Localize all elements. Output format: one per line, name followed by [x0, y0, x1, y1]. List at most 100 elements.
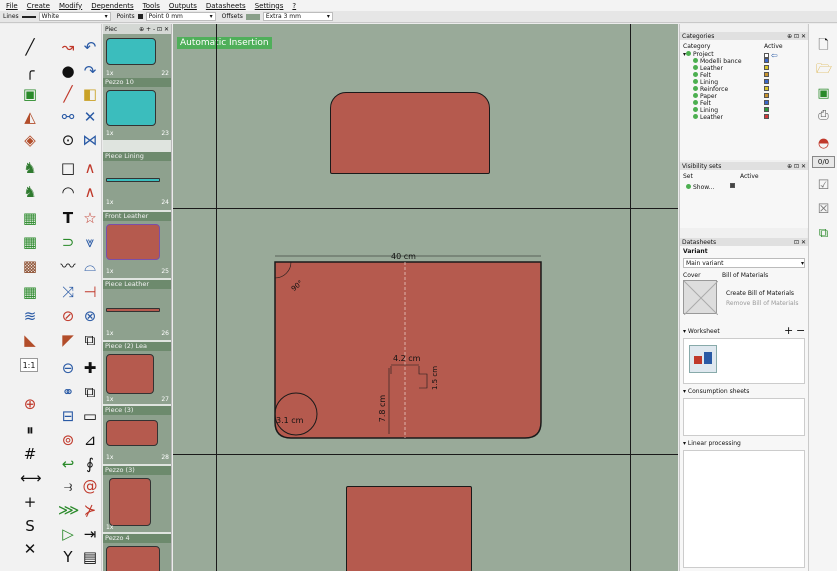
pencil-tool-icon[interactable]: ╱	[58, 84, 78, 104]
triangle-tool-icon[interactable]: ▷	[58, 524, 78, 544]
menu-tools[interactable]: Tools	[143, 2, 160, 10]
grade-tool-icon[interactable]: ▦	[20, 208, 40, 228]
hook-tool-icon[interactable]: ↩	[58, 454, 78, 474]
drawing-canvas[interactable]: Automatic Insertion 40 cm 90° 4.2 cm 1.5…	[173, 24, 678, 571]
point-color-swatch[interactable]	[137, 14, 143, 19]
hash-tool-icon[interactable]: #	[20, 444, 40, 464]
category-item[interactable]: Modelli bance	[693, 58, 742, 65]
add-worksheet-button[interactable]: +	[784, 324, 793, 337]
piece-item[interactable]: Pezzo 10 1x 23	[103, 78, 171, 140]
copy-tool-icon[interactable]: ♞	[20, 182, 40, 202]
stitch-tool-icon[interactable]: ≋	[20, 306, 40, 326]
rectangle-select-icon[interactable]: ▣	[20, 84, 40, 104]
document-icon[interactable]: ▤	[80, 547, 100, 567]
print-icon[interactable]: ⎙	[816, 108, 831, 123]
pause-tool-icon[interactable]: ⏸	[20, 420, 40, 440]
menu-datasheets[interactable]: Datasheets	[206, 2, 246, 10]
panel-controls-icon[interactable]: ⊡ ✕	[794, 239, 806, 246]
menu-modify[interactable]: Modify	[59, 2, 82, 10]
category-color-swatch[interactable]	[764, 58, 769, 65]
piece-item[interactable]: Pezzo 4	[103, 534, 171, 571]
s-curve-tool-icon[interactable]: S	[20, 516, 40, 536]
snap-icon[interactable]: ✕	[80, 107, 100, 127]
pattern-piece[interactable]	[346, 486, 472, 571]
linear-processing-list[interactable]	[683, 450, 805, 568]
text-tool-icon[interactable]: T	[58, 208, 78, 228]
grid-tool-icon[interactable]: ▦	[20, 232, 40, 252]
category-color-swatch[interactable]	[764, 93, 769, 100]
notch-icon[interactable]: ⊿	[80, 430, 100, 450]
piece-item[interactable]: Piece Lining 1x 24	[103, 152, 171, 210]
visibility-active-checkbox[interactable]	[730, 183, 735, 190]
dot-tool-icon[interactable]: ●	[58, 61, 78, 81]
move-tool-icon[interactable]: ♞	[20, 158, 40, 178]
menu-settings[interactable]: Settings	[255, 2, 284, 10]
category-color-swatch[interactable]	[764, 100, 769, 107]
magnet-tool-icon[interactable]: ⊕	[20, 394, 40, 414]
category-color-swatch[interactable]	[764, 65, 769, 72]
target-tool-icon[interactable]: ⊙	[58, 130, 78, 150]
spiral-icon[interactable]: @	[80, 476, 100, 496]
new-document-icon[interactable]: 🗋	[816, 38, 831, 53]
scale-one-button[interactable]: 1:1	[20, 358, 38, 372]
layers-icon[interactable]: ⧉	[816, 226, 831, 241]
line-tool-icon[interactable]: ╱	[20, 37, 40, 57]
remove-worksheet-button[interactable]: −	[796, 324, 805, 337]
cut-tool-icon[interactable]: ▩	[20, 256, 40, 276]
consumption-sheets-list[interactable]	[683, 398, 805, 436]
plus-icon[interactable]: ✚	[80, 358, 100, 378]
consumption-sheets-section[interactable]: ▾ Consumption sheets	[683, 388, 749, 395]
frame-tool-icon[interactable]: ⊟	[58, 406, 78, 426]
remove-bom-button[interactable]: Remove Bill of Materials	[726, 300, 798, 307]
redo-icon[interactable]: ↷	[80, 61, 100, 81]
worksheet-thumbnail[interactable]	[689, 345, 717, 373]
category-color-swatch[interactable]	[764, 86, 769, 93]
menu-help[interactable]: ?	[292, 2, 296, 10]
save-icon[interactable]: ▣	[816, 86, 831, 101]
arc-tool-icon[interactable]: ↝	[58, 37, 78, 57]
measure-tool-icon[interactable]: ⟷	[20, 468, 42, 488]
angle2-icon[interactable]: ∧	[80, 182, 100, 202]
mark-tool-icon[interactable]: ▦	[20, 282, 40, 302]
check-icon[interactable]: ☑	[816, 178, 831, 193]
open-folder-icon[interactable]: 🗁	[816, 62, 832, 77]
worksheet-list[interactable]	[683, 338, 805, 384]
shoe-outline-icon[interactable]: ⌓	[80, 256, 100, 276]
piece-item[interactable]: Piece (3) 1x 28	[103, 406, 171, 464]
flip-icon[interactable]: ⊗	[80, 306, 100, 326]
cut2-icon[interactable]: ⊁	[80, 500, 100, 520]
chain-tool-icon[interactable]: ⚭	[58, 382, 78, 402]
close-box-icon[interactable]: ☒	[816, 202, 831, 217]
turn-tool-icon[interactable]: ⊘	[58, 306, 78, 326]
offset-color-swatch[interactable]	[245, 13, 260, 20]
insert-icon[interactable]: ⊣	[80, 282, 100, 302]
worksheet-section[interactable]: ▾ Worksheet	[683, 328, 720, 335]
cross-tool-icon[interactable]: ✕	[20, 539, 40, 559]
menu-file[interactable]: File	[6, 2, 18, 10]
eraser-icon[interactable]: ◧	[80, 84, 100, 104]
piece-item[interactable]: Piece Leather 1x 26	[103, 280, 171, 340]
undo-icon[interactable]: ↶	[80, 37, 100, 57]
offsets-select[interactable]: Extra 3 mm ▾	[262, 12, 333, 21]
lines-select[interactable]: White ▾	[38, 12, 111, 21]
menu-create[interactable]: Create	[27, 2, 50, 10]
shoe-model-icon[interactable]: ◓	[816, 136, 831, 151]
down-arrow-icon[interactable]: ⩔	[80, 232, 100, 252]
cover-image-placeholder[interactable]	[683, 280, 719, 316]
visibility-item[interactable]: Show...	[686, 184, 714, 191]
sew-tool-icon[interactable]: ⤨	[58, 282, 78, 302]
rotate-tool-icon[interactable]: ⊚	[58, 430, 78, 450]
star-icon[interactable]: ☆	[80, 208, 100, 228]
panel-controls-icon[interactable]: ⊕ ⊡ ✕	[787, 163, 806, 170]
piece-item[interactable]: 1x 22	[103, 34, 171, 78]
piece-tool-icon[interactable]: ◈	[20, 130, 40, 150]
shoe-tool-icon[interactable]: ◭	[20, 107, 40, 127]
category-root[interactable]: ▾ Project	[683, 51, 714, 58]
shoe2-tool-icon[interactable]: ◣	[20, 330, 40, 350]
ellipse-tool-icon[interactable]: ⊖	[58, 358, 78, 378]
category-item[interactable]: Paper	[693, 93, 717, 100]
zigzag-tool-icon[interactable]: 〰	[58, 256, 78, 276]
fold-tool-icon[interactable]: ⥽	[58, 476, 78, 496]
pieces-panel-controls[interactable]: ⊕ + - ⊡ ✕	[139, 26, 169, 33]
category-item[interactable]: Lining	[693, 79, 718, 86]
